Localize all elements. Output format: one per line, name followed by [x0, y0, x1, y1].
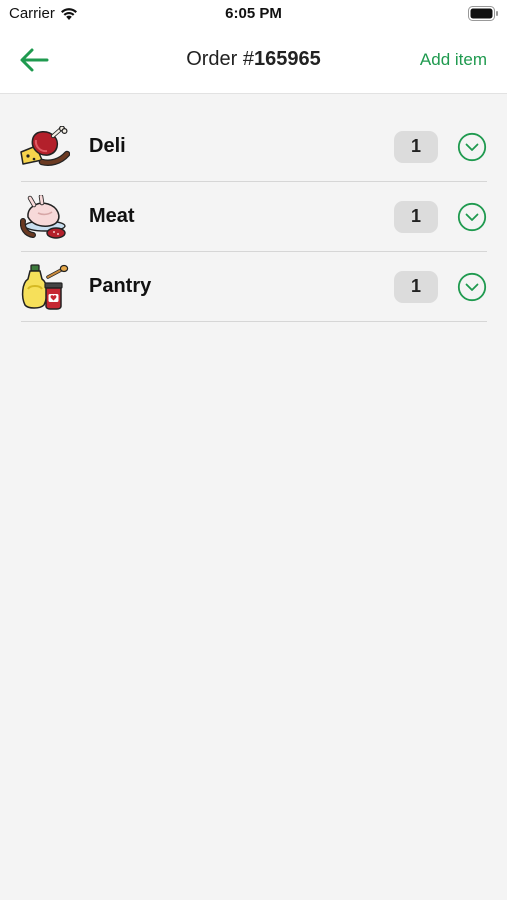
category-list: Deli 1 Meat 1 Pantry 1 [19, 112, 487, 322]
category-row-deli[interactable]: Deli 1 [19, 112, 487, 182]
expand-button[interactable] [457, 132, 487, 162]
expand-button[interactable] [457, 272, 487, 302]
category-row-pantry[interactable]: Pantry 1 [21, 252, 487, 322]
chevron-down-circle-icon [457, 202, 487, 231]
chevron-down-circle-icon [457, 272, 487, 301]
quantity-badge: 1 [394, 130, 438, 163]
order-number: 165965 [254, 48, 321, 70]
status-bar: Carrier 6:05 PM [0, 0, 507, 28]
deli-icon [19, 121, 71, 173]
chevron-down-circle-icon [457, 132, 487, 161]
pantry-icon [19, 261, 71, 313]
quantity-badge: 1 [394, 270, 438, 303]
back-button[interactable] [14, 42, 54, 78]
add-item-button[interactable]: Add item [420, 50, 487, 70]
quantity-badge: 1 [394, 200, 438, 233]
status-time: 6:05 PM [225, 5, 282, 22]
battery-icon [468, 6, 498, 21]
category-row-meat[interactable]: Meat 1 [19, 182, 487, 252]
category-label: Deli [89, 135, 126, 157]
navigation-bar: Order #165965 Add item [0, 28, 507, 94]
page-title-prefix: Order # [186, 48, 255, 70]
category-label: Pantry [89, 275, 152, 297]
arrow-left-icon [20, 48, 49, 72]
meat-icon [19, 191, 71, 243]
expand-button[interactable] [457, 202, 487, 232]
category-label: Meat [89, 205, 135, 227]
